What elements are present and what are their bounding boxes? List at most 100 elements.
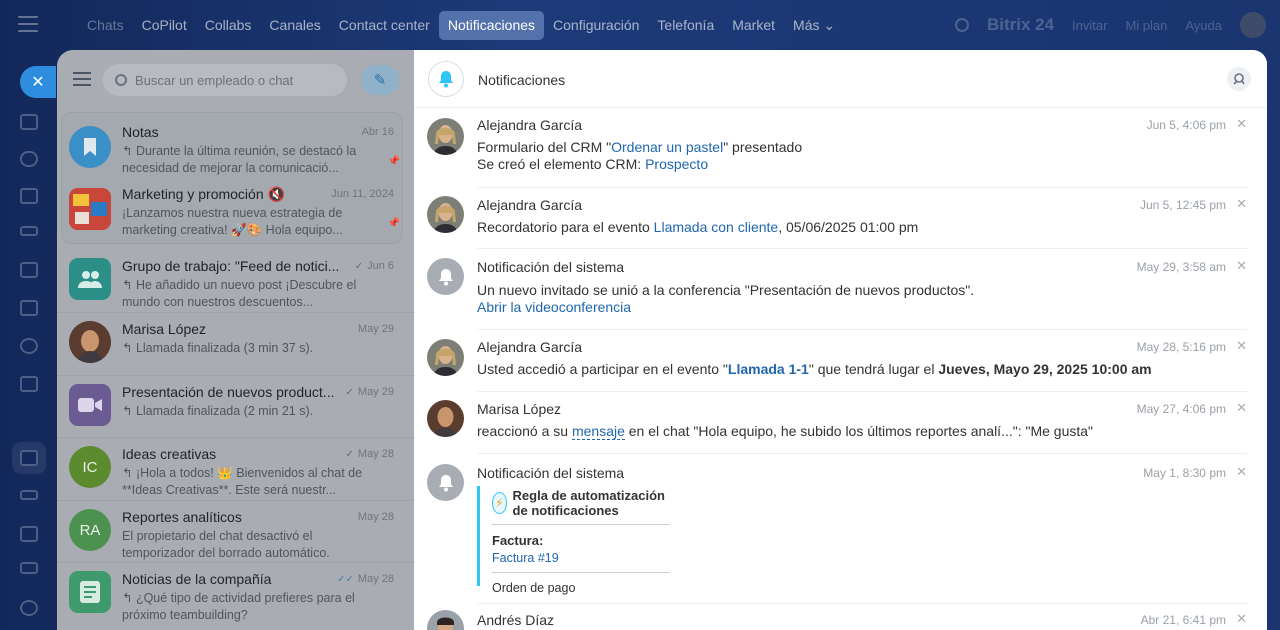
chat-item-noticias[interactable]: Noticias de la compañía ✓✓ May 28 ↰ ¿Qué … [57,563,414,625]
chat-item-notas[interactable]: Notas Abr 16 ↰ Durante la última reunión… [57,116,414,178]
close-icon[interactable]: ✕ [20,66,56,98]
notification-author: Notificación del sistema [477,259,625,275]
invoice-link[interactable]: Factura #19 [492,551,677,565]
sites-icon[interactable] [20,450,38,466]
message-link[interactable]: mensaje [571,423,625,440]
nav-tab-copilot[interactable]: CoPilot [133,11,196,40]
notification-text: Abrir la videoconferencia [477,299,631,316]
close-icon[interactable]: ✕ [1236,338,1247,354]
notification-author: Alejandra García [477,339,583,355]
drive-icon[interactable] [20,226,38,236]
event-link[interactable]: Llamada con cliente [654,219,779,235]
close-icon[interactable]: ✕ [1236,611,1247,627]
nav-tab-configuracion[interactable]: Configuración [544,11,648,40]
help-link[interactable]: Ayuda [1185,18,1222,33]
close-icon[interactable]: ✕ [1236,400,1247,416]
chat-item-marisa[interactable]: Marisa López May 29 ↰ Llamada finalizada… [57,313,414,375]
notification-text: Se creó el elemento CRM: Prospecto [477,156,709,172]
chat-title: Grupo de trabajo: "Feed de notici... [122,258,340,274]
notification-text: Usted accedió a participar en el evento … [477,361,1152,377]
notification-date: Jun 5, 4:06 pm [1146,118,1226,132]
search-icon[interactable] [954,18,969,32]
page-title: Notificaciones [478,72,566,88]
notification-item: Alejandra García Jun 5, 12:45 pm ✕ Recor… [414,188,1267,250]
news-icon [69,571,111,613]
nav-tab-telefonia[interactable]: Telefonía [648,11,723,40]
close-icon[interactable]: ✕ [1236,258,1247,274]
chat-item-ideas[interactable]: IC Ideas creativas ✓ May 28 ↰ ¡Hola a tod… [57,438,414,500]
chat-title: Marketing y promoción 🔇 [122,186,285,202]
nav-tab-collabs[interactable]: Collabs [196,11,261,40]
top-navigation: Chats CoPilot Collabs Canales Contact ce… [0,0,1280,50]
notification-date: May 28, 5:16 pm [1136,340,1226,354]
chat-title: Noticias de la compañía [122,571,272,587]
notification-date: May 27, 4:06 pm [1136,402,1226,416]
tasks-icon[interactable] [20,262,38,278]
chat-icon[interactable] [20,151,38,167]
chat-title: Presentación de nuevos product... [122,384,335,400]
notification-author: Marisa López [477,401,562,417]
nav-tab-canales[interactable]: Canales [260,11,329,40]
menu-icon[interactable] [18,16,38,32]
invite-link[interactable]: Invitar [1072,18,1107,33]
chat-date: May 28 [357,511,394,523]
filter-icon[interactable] [73,72,91,86]
nav-tab-chats[interactable]: Chats [78,11,133,40]
chat-search[interactable] [103,64,347,96]
avatar [427,339,464,376]
chat-item-grupo-trabajo[interactable]: Grupo de trabajo: "Feed de notici... ✓ Ju… [57,250,414,312]
notifications-panel: Notificaciones Alejandra García Jun 5, 4… [414,50,1267,630]
nav-tab-notificaciones[interactable]: Notificaciones [438,11,545,40]
compose-button[interactable]: ✎ [361,65,399,95]
search-icon[interactable] [1227,67,1251,91]
brand-logo: Bitrix 24 [986,15,1055,34]
contacts-icon[interactable] [20,338,38,354]
event-link[interactable]: Llamada 1-1 [728,361,809,377]
billing-icon[interactable] [20,562,38,574]
notification-text: Recordatorio para el evento Llamada con … [477,219,919,235]
chat-preview: El propietario del chat desactivó el tem… [122,529,330,560]
notification-author: Alejandra García [477,197,583,213]
plan-link[interactable]: Mi plan [1125,18,1167,33]
notification-author: Andrés Díaz [477,612,555,628]
calendar-icon[interactable] [20,188,38,204]
chat-date: ✓ May 28 [345,448,394,460]
system-bell-icon [427,258,464,295]
group-icon [69,258,111,300]
notification-date: Jun 5, 12:45 pm [1139,198,1226,212]
avatar [427,400,464,437]
open-videoconference-link[interactable]: Abrir la videoconferencia [477,299,631,315]
notification-date: May 1, 8:30 pm [1143,466,1226,480]
close-icon[interactable]: ✕ [1236,116,1247,132]
mail-icon[interactable] [20,300,38,316]
settings-icon[interactable] [20,600,38,616]
chat-preview: ↰ Durante la última reunión, se destacó … [122,144,357,175]
comments-icon[interactable] [20,376,38,392]
chat-item-presentacion[interactable]: Presentación de nuevos product... ✓ May 2… [57,376,414,438]
nav-tab-contact-center[interactable]: Contact center [330,11,439,40]
nav-tab-mas[interactable]: Más ⌄ [784,11,844,40]
close-icon[interactable]: ✕ [1236,464,1247,480]
nav-tab-market[interactable]: Market [723,11,784,40]
chat-item-reportes[interactable]: RA Reportes analíticos May 28 El propiet… [57,501,414,563]
chat-title: Reportes analíticos [122,509,242,525]
chat-preview: ↰ ¡Hola a todos! 👑 Bienvenidos al chat d… [122,466,363,497]
crm-element-link[interactable]: Prospecto [645,156,708,172]
chat-title: Marisa López [122,321,207,337]
user-avatar[interactable] [1240,12,1266,38]
chat-search-input[interactable] [135,72,335,88]
nav-tabs: Chats CoPilot Collabs Canales Contact ce… [78,11,844,40]
chat-title: Notas [122,124,159,140]
chat-avatar: RA [69,509,111,551]
chat-item-marketing[interactable]: Marketing y promoción 🔇 Jun 11, 2024 ¡La… [57,178,414,240]
notification-text: reaccionó a su mensaje en el chat "Hola … [477,423,1094,440]
feed-icon[interactable] [20,114,38,130]
close-icon[interactable]: ✕ [1236,196,1247,212]
notification-date: Abr 21, 6:41 pm [1140,613,1226,627]
notification-text: Formulario del CRM "Ordenar un pastel" p… [477,139,803,155]
funnel-icon[interactable] [20,490,38,500]
cart-icon[interactable] [20,526,38,542]
crm-form-link[interactable]: Ordenar un pastel [611,139,723,155]
chat-date: ✓✓ May 28 [337,573,394,585]
compose-icon: ✎ [373,72,387,89]
